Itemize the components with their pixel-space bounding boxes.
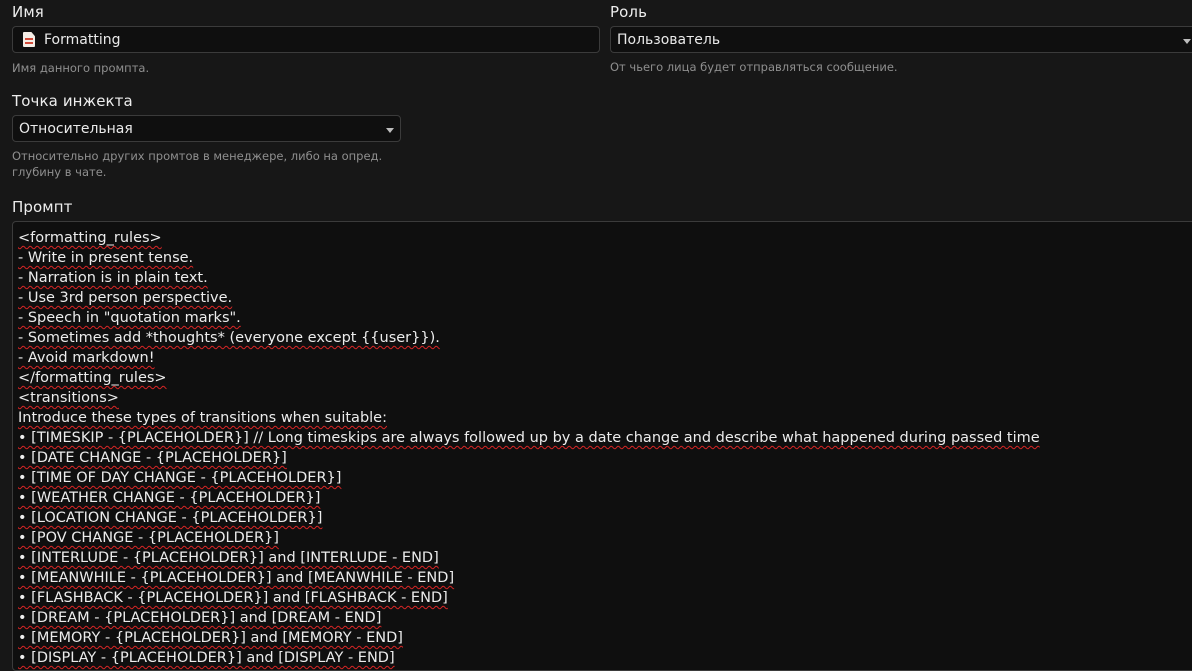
prompt-line: • [DISPLAY - {PLACEHOLDER}] and [DISPLAY… bbox=[18, 650, 395, 666]
prompt-textarea[interactable]: <formatting_rules> - Write in present ten… bbox=[12, 221, 1192, 671]
prompt-line: • [INTERLUDE - {PLACEHOLDER}] and [INTER… bbox=[18, 550, 439, 566]
name-input[interactable]: Formatting bbox=[12, 26, 600, 53]
prompt-line: • [DREAM - {PLACEHOLDER}] and [DREAM - E… bbox=[18, 610, 382, 626]
prompt-line: <transitions> bbox=[18, 390, 119, 406]
name-hint: Имя данного промпта. bbox=[12, 61, 150, 75]
prompt-line: - Use 3rd person perspective. bbox=[18, 290, 233, 306]
prompt-line: • [POV CHANGE - {PLACEHOLDER}] bbox=[18, 530, 279, 546]
role-hint: От чьего лица будет отправляться сообщен… bbox=[610, 60, 898, 74]
prompt-line: - Write in present tense. bbox=[18, 250, 194, 266]
prompt-line: • [TIME OF DAY CHANGE - {PLACEHOLDER}] bbox=[18, 470, 342, 486]
prompt-line: • [MEANWHILE - {PLACEHOLDER}] and [MEANW… bbox=[18, 570, 455, 586]
prompt-line: </formatting_rules> bbox=[18, 370, 167, 386]
prompt-line: Introduce these types of transitions whe… bbox=[18, 410, 387, 426]
prompt-line: - Narration is in plain text. bbox=[18, 270, 208, 286]
injection-hint: Относительно других промтов в менеджере,… bbox=[12, 148, 382, 180]
prompt-line: • [TIMESKIP - {PLACEHOLDER}] // Long tim… bbox=[18, 430, 1040, 446]
prompt-line: • [MEMORY - {PLACEHOLDER}] and [MEMORY -… bbox=[18, 630, 403, 646]
prompt-line: - Avoid markdown! bbox=[18, 350, 155, 366]
prompt-line: - Speech in "quotation marks". bbox=[18, 310, 241, 326]
role-select[interactable]: Пользователь bbox=[610, 26, 1192, 53]
name-label: Имя bbox=[12, 3, 44, 21]
name-value: Formatting bbox=[44, 31, 121, 48]
prompt-line: • [LOCATION CHANGE - {PLACEHOLDER}] bbox=[18, 510, 323, 526]
chevron-down-icon bbox=[386, 128, 394, 133]
document-icon bbox=[23, 32, 35, 47]
injection-hint-line1: Относительно других промтов в менеджере,… bbox=[12, 149, 383, 163]
chevron-down-icon bbox=[1183, 39, 1191, 44]
role-label: Роль bbox=[610, 3, 648, 21]
injection-label: Точка инжекта bbox=[12, 92, 133, 110]
prompt-line: • [WEATHER CHANGE - {PLACEHOLDER}] bbox=[18, 490, 321, 506]
injection-hint-line2: глубину в чате. bbox=[12, 165, 107, 179]
prompt-line: - Sometimes add *thoughts* (everyone exc… bbox=[18, 330, 440, 346]
prompt-line: • [FLASHBACK - {PLACEHOLDER}] and [FLASH… bbox=[18, 590, 448, 606]
prompt-line: <formatting_rules> bbox=[18, 230, 162, 246]
prompt-line: • [DATE CHANGE - {PLACEHOLDER}] bbox=[18, 450, 287, 466]
injection-value: Относительная bbox=[19, 120, 133, 137]
prompt-label: Промпт bbox=[12, 198, 73, 216]
role-value: Пользователь bbox=[617, 31, 721, 48]
injection-select[interactable]: Относительная bbox=[12, 115, 401, 142]
